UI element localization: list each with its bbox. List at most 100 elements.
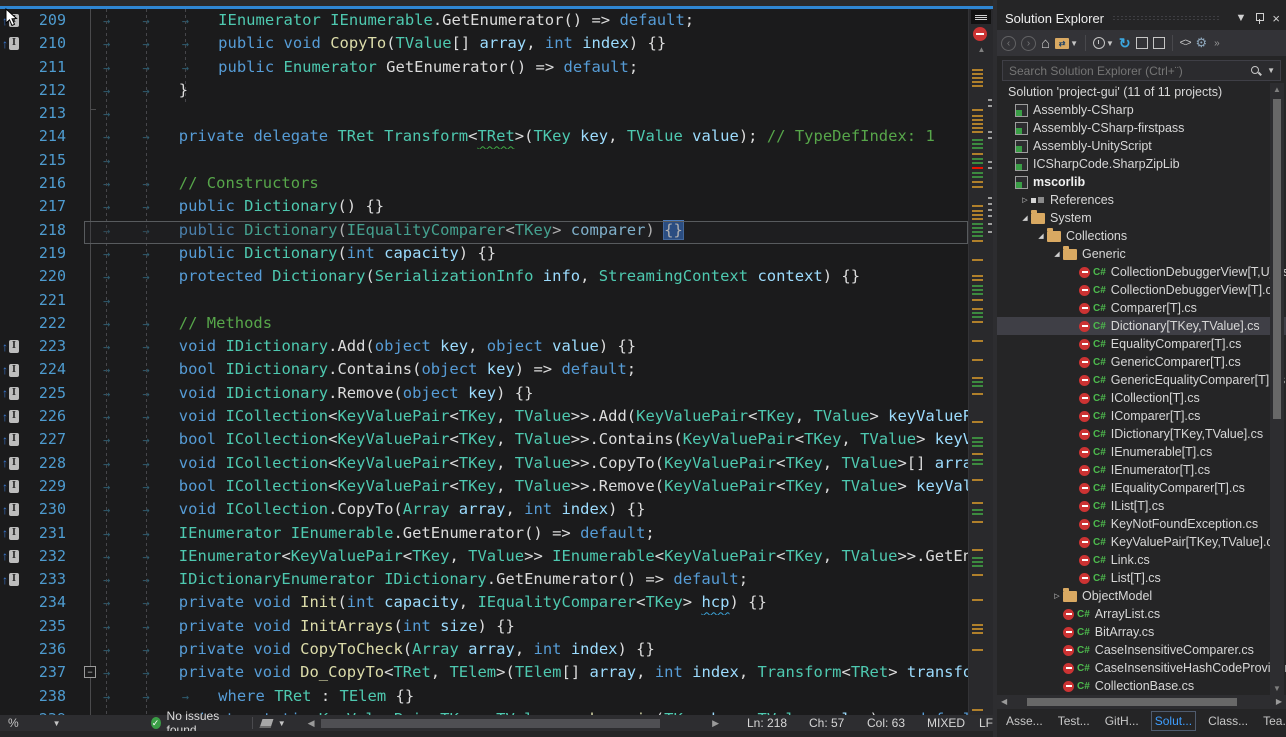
solution-tree[interactable]: Solution 'project-gui' (11 of 11 project…	[997, 83, 1286, 695]
line-number[interactable]: 232	[22, 545, 76, 568]
solution-explorer-toolbar[interactable]: ‹ › ⌂ ⇄▼ ▼ ↻ <> ⚙ »	[997, 30, 1286, 56]
code-line[interactable]: 239→→private static KeyValuePair<TKey, T…	[0, 708, 993, 715]
line-number[interactable]: 237	[22, 661, 76, 684]
code-line[interactable]: 218→→public Dictionary(IEqualityComparer…	[0, 219, 993, 242]
zoom-control[interactable]: % ▼	[0, 716, 61, 730]
code-line[interactable]: 235→→private void InitArrays(int size) {…	[0, 615, 993, 638]
tree-item-collectionbase-cs[interactable]: C#CollectionBase.cs	[997, 677, 1286, 695]
fold-margin[interactable]	[76, 335, 100, 358]
tree-item-genericcomparer-t-cs[interactable]: C#GenericComparer[T].cs	[997, 353, 1286, 371]
fold-margin[interactable]	[76, 32, 100, 55]
glyph-margin[interactable]: ↑I	[0, 358, 22, 381]
glyph-margin[interactable]	[0, 708, 22, 715]
fold-margin[interactable]	[76, 125, 100, 148]
fold-margin[interactable]	[76, 568, 100, 591]
code-editor[interactable]: ↑I209→→→IEnumerator IEnumerable.GetEnume…	[0, 0, 993, 737]
code-line[interactable]: 215→	[0, 149, 993, 172]
line-number[interactable]: 233	[22, 568, 76, 591]
tree-item-icollection-t-cs[interactable]: C#ICollection[T].cs	[997, 389, 1286, 407]
glyph-margin[interactable]: ↑I	[0, 475, 22, 498]
line-number[interactable]: 224	[22, 358, 76, 381]
tree-item-arraylist-cs[interactable]: C#ArrayList.cs	[997, 605, 1286, 623]
solution-explorer-titlebar[interactable]: Solution Explorer ▼ ×	[997, 0, 1286, 28]
glyph-margin[interactable]: ↑I	[0, 568, 22, 591]
tree-item-system[interactable]: ◢System	[997, 209, 1286, 227]
code-line[interactable]: ↑I233→→IDictionaryEnumerator IDictionary…	[0, 568, 993, 591]
tree-item-assembly-unityscript[interactable]: Assembly-UnityScript	[997, 137, 1286, 155]
fold-collapse-button[interactable]: −	[84, 666, 96, 678]
tree-item-solution-project-gui-11-of-11-projects[interactable]: Solution 'project-gui' (11 of 11 project…	[997, 83, 1286, 101]
suppress-indicator-icon[interactable]	[973, 27, 987, 41]
tree-item-dictionary-tkey-tvalue-cs[interactable]: C#Dictionary[TKey,TValue].cs	[997, 317, 1286, 335]
line-number[interactable]: 239	[22, 708, 76, 715]
tree-item-ienumerator-t-cs[interactable]: C#IEnumerator[T].cs	[997, 461, 1286, 479]
line-number[interactable]: 230	[22, 498, 76, 521]
line-number[interactable]: 222	[22, 312, 76, 335]
glyph-margin[interactable]: ↑I	[0, 498, 22, 521]
code-line[interactable]: ↑I227→→bool ICollection<KeyValuePair<TKe…	[0, 428, 993, 451]
view-code-icon[interactable]: <>	[1180, 34, 1191, 52]
glyph-margin[interactable]	[0, 125, 22, 148]
line-number[interactable]: 231	[22, 522, 76, 545]
glyph-margin[interactable]: ↑I	[0, 452, 22, 475]
tree-scrollbar-thumb[interactable]	[1273, 99, 1281, 419]
glyph-margin[interactable]	[0, 685, 22, 708]
tree-item-references[interactable]: ▷References	[997, 191, 1286, 209]
fold-margin[interactable]	[76, 498, 100, 521]
line-number[interactable]: 220	[22, 265, 76, 288]
code-line[interactable]: ↑I230→→void ICollection.CopyTo(Array arr…	[0, 498, 993, 521]
code-line[interactable]: 216→→// Constructors	[0, 172, 993, 195]
editor-bottom-bar[interactable]: % ▼ ✓ No issues found ▼ ◀ ▶ Ln: 218 Ch: …	[0, 715, 993, 731]
expanded-arrow-icon[interactable]: ◢	[1051, 250, 1063, 258]
fold-margin[interactable]	[76, 56, 100, 79]
line-number[interactable]: 234	[22, 591, 76, 614]
line-number[interactable]: 226	[22, 405, 76, 428]
fold-margin[interactable]	[76, 452, 100, 475]
glyph-margin[interactable]	[0, 56, 22, 79]
tree-item-assembly-csharp-firstpass[interactable]: Assembly-CSharp-firstpass	[997, 119, 1286, 137]
code-line[interactable]: 238→→→where TRet : TElem {}	[0, 685, 993, 708]
glyph-margin[interactable]: ↑I	[0, 32, 22, 55]
code-line[interactable]: 212→→}	[0, 79, 993, 102]
properties-wrench-icon[interactable]: ⚙	[1196, 34, 1208, 52]
tree-item-iequalitycomparer-t-cs[interactable]: C#IEqualityComparer[T].cs	[997, 479, 1286, 497]
line-number[interactable]: 225	[22, 382, 76, 405]
tool-window-tab-class[interactable]: Class...	[1205, 712, 1251, 730]
chevron-down-icon[interactable]: ▼	[53, 719, 61, 728]
glyph-margin[interactable]	[0, 102, 22, 125]
editor-vertical-scrollbar[interactable]: ▲	[968, 9, 993, 715]
code-line[interactable]: 219→→public Dictionary(int capacity) {}	[0, 242, 993, 265]
tree-hscrollbar-thumb[interactable]	[1027, 698, 1237, 706]
search-box[interactable]: ▼	[1002, 60, 1281, 81]
glyph-margin[interactable]	[0, 242, 22, 265]
glyph-margin[interactable]: ↑I	[0, 9, 22, 32]
glyph-margin[interactable]: ↑I	[0, 335, 22, 358]
solution-explorer-panel[interactable]: Solution Explorer ▼ × ‹ › ⌂ ⇄▼ ▼ ↻ <> ⚙ …	[997, 0, 1286, 737]
tree-item-list-t-cs[interactable]: C#List[T].cs	[997, 569, 1286, 587]
line-number[interactable]: 227	[22, 428, 76, 451]
fold-margin[interactable]	[76, 172, 100, 195]
fold-margin[interactable]	[76, 149, 100, 172]
chevron-down-icon[interactable]: ▼	[278, 719, 286, 728]
tree-item-icomparer-t-cs[interactable]: C#IComparer[T].cs	[997, 407, 1286, 425]
code-line[interactable]: ↑I232→→IEnumerator<KeyValuePair<TKey, TV…	[0, 545, 993, 568]
tool-window-tab-tea[interactable]: Tea...	[1260, 712, 1286, 730]
refresh-icon[interactable]: ↻	[1119, 34, 1131, 52]
fold-margin[interactable]	[76, 195, 100, 218]
tree-item-comparer-t-cs[interactable]: C#Comparer[T].cs	[997, 299, 1286, 317]
horizontal-scrollbar-thumb[interactable]	[321, 719, 661, 728]
fold-margin[interactable]	[76, 219, 100, 242]
code-line[interactable]: ↑I228→→void ICollection<KeyValuePair<TKe…	[0, 452, 993, 475]
fold-margin[interactable]	[76, 265, 100, 288]
glyph-margin[interactable]: ↑I	[0, 545, 22, 568]
tree-vertical-scrollbar[interactable]: ▲ ▼	[1270, 83, 1284, 695]
fold-margin[interactable]	[76, 615, 100, 638]
scroll-right-arrow-icon[interactable]: ▶	[1276, 697, 1282, 706]
line-number[interactable]: 214	[22, 125, 76, 148]
code-region[interactable]: ↑I209→→→IEnumerator IEnumerable.GetEnume…	[0, 9, 993, 715]
line-number[interactable]: 221	[22, 289, 76, 312]
tree-item-equalitycomparer-t-cs[interactable]: C#EqualityComparer[T].cs	[997, 335, 1286, 353]
show-all-files-icon[interactable]	[1153, 34, 1165, 52]
tree-item-generic[interactable]: ◢Generic	[997, 245, 1286, 263]
close-icon[interactable]: ×	[1272, 11, 1280, 26]
